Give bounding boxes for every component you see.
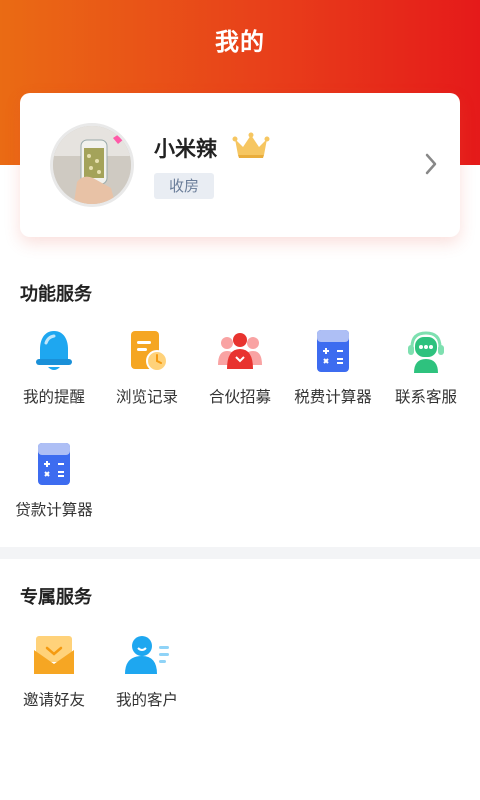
item-label: 邀请好友 bbox=[22, 691, 85, 709]
username: 小米辣 bbox=[154, 137, 217, 161]
chevron-right-icon[interactable] bbox=[422, 151, 440, 177]
item-label: 浏览记录 bbox=[115, 388, 178, 406]
item-my-customers[interactable]: 我的客户 bbox=[99, 630, 195, 710]
envelope-icon bbox=[34, 636, 74, 674]
robot-service-icon bbox=[408, 331, 444, 373]
item-tax-calculator[interactable]: 税费计算器 bbox=[285, 327, 381, 407]
calculator-icon bbox=[38, 443, 70, 485]
profile-card[interactable]: 小米辣 收房 bbox=[20, 93, 460, 237]
item-label: 我的客户 bbox=[115, 691, 178, 709]
avatar[interactable] bbox=[50, 123, 134, 207]
item-customer-service[interactable]: 联系客服 bbox=[378, 327, 474, 407]
role-badge: 收房 bbox=[154, 173, 214, 199]
section-title-functions: 功能服务 bbox=[20, 284, 92, 305]
item-reminders[interactable]: 我的提醒 bbox=[6, 327, 102, 407]
page-title: 我的 bbox=[215, 28, 265, 56]
people-icon bbox=[218, 333, 262, 369]
section-divider bbox=[0, 547, 480, 559]
crown-icon bbox=[232, 132, 270, 158]
customer-icon bbox=[125, 636, 169, 674]
item-partner-recruit[interactable]: 合伙招募 bbox=[192, 327, 288, 407]
section-title-exclusive: 专属服务 bbox=[20, 587, 92, 608]
calculator-icon bbox=[317, 330, 349, 372]
item-label: 贷款计算器 bbox=[15, 501, 93, 519]
bell-icon bbox=[36, 331, 72, 370]
item-loan-calculator[interactable]: 贷款计算器 bbox=[6, 440, 102, 520]
item-label: 合伙招募 bbox=[208, 388, 271, 406]
item-invite-friends[interactable]: 邀请好友 bbox=[6, 630, 102, 710]
item-history[interactable]: 浏览记录 bbox=[99, 327, 195, 407]
history-icon bbox=[131, 331, 168, 372]
item-label: 联系客服 bbox=[394, 388, 457, 406]
item-label: 我的提醒 bbox=[22, 388, 85, 406]
item-label: 税费计算器 bbox=[294, 388, 372, 406]
